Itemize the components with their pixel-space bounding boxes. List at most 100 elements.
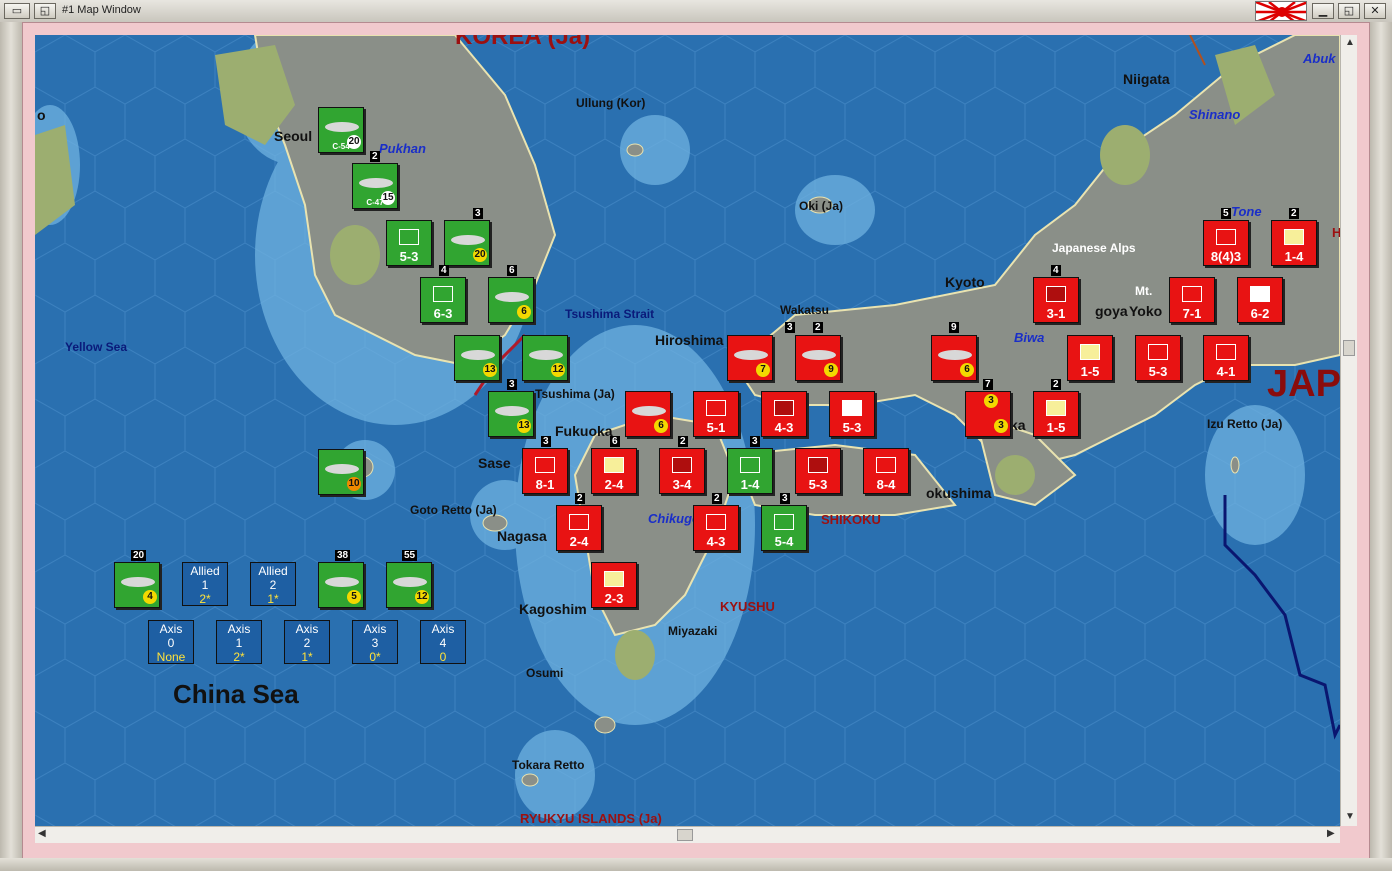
label-kyoto: Kyoto [945,274,985,290]
unit-axis-23[interactable]: 2-3 [591,562,637,608]
unit-p38l-a[interactable]: 13 [454,335,500,381]
unit-value: 5-3 [1148,364,1168,379]
unit-value: 5-3 [399,249,419,264]
stack-count: 9 [949,322,959,333]
unit-strength: 20 [473,248,487,262]
window-menu-icon[interactable]: ▭ [4,3,30,19]
unit-axis-24b[interactable]: 2-4 [556,505,602,551]
unit-axis-15b[interactable]: 1-5 [1067,335,1113,381]
unit-p61[interactable]: 20 [444,220,490,266]
stack-count: 2 [1289,208,1299,219]
unit-axis-41[interactable]: 4-1 [1203,335,1249,381]
stack-count: 2 [678,436,688,447]
close-icon[interactable]: ✕ [1364,3,1386,19]
horizontal-scroll-thumb[interactable] [677,829,693,841]
unit-value: 1-5 [1046,420,1066,435]
unit-p38l-b[interactable]: 13 [488,391,534,437]
unit-axis-53b[interactable]: 5-3 [795,448,841,494]
unit-p38f[interactable]: 12 [386,562,432,608]
label-fukuoka: Fukuoka [555,423,613,439]
label-kagoshima: Kagoshim [519,601,587,617]
stack-count: 6 [507,265,517,276]
turn-box-title: Axis [363,622,387,636]
unit-strength: 4 [143,590,157,604]
unit-axis-71[interactable]: 7-1 [1169,277,1215,323]
unit-value: 2-4 [604,477,624,492]
unit-axis-84[interactable]: 8-4 [863,448,909,494]
unit-corps-53[interactable]: 5-3 [386,220,432,266]
unit-axis-43b[interactable]: 4-3 [693,505,739,551]
unit-axis-53a[interactable]: 5-3 [829,391,875,437]
unit-axis-53c[interactable]: 5-3 [1135,335,1181,381]
unit-strength: 12 [415,590,429,604]
scroll-up-icon[interactable]: ▲ [1345,37,1355,48]
unit-value: 5-3 [808,477,828,492]
label-japanese-alps: Japanese Alps [1052,241,1136,255]
unit-axis-81[interactable]: 8-1 [522,448,568,494]
turn-box-number: 4 [439,636,447,650]
unit-strength: 12 [551,363,565,377]
stack-count: 20 [131,550,147,561]
stack-count: 2 [1051,379,1061,390]
stack-count: 6 [610,436,620,447]
label-tsushima-strait: Tsushima Strait [565,307,655,321]
unit-b24d[interactable]: 10 [318,449,364,495]
unit-ki100[interactable]: 9 [795,335,841,381]
restore-icon[interactable]: ◱ [34,3,56,19]
unit-ki44[interactable]: 7 [727,335,773,381]
minimize-icon[interactable]: ▁ [1312,3,1334,19]
turn-box-axis-4: Axis 4 0 [420,620,466,664]
unit-strength: 6 [654,419,668,433]
unit-p38j[interactable]: 12 [522,335,568,381]
label-mt: Mt. [1135,284,1153,298]
stack-count: 4 [439,265,449,276]
scroll-right-icon[interactable]: ▶ [1327,828,1335,839]
turn-box-value: 2* [233,650,245,664]
label-hiroshima: Hiroshima [655,332,724,348]
label-tsushima: Tsushima (Ja) [535,387,615,401]
vertical-scroll-thumb[interactable] [1343,340,1355,356]
turn-box-number: 2 [269,578,277,592]
scroll-left-icon[interactable]: ◀ [38,828,46,839]
unit-allied-14[interactable]: 1-4 [727,448,773,494]
turn-box-value: 0 [439,650,447,664]
unit-axis-31[interactable]: 3-1 [1033,277,1079,323]
scroll-down-icon[interactable]: ▼ [1345,811,1355,822]
unit-c47[interactable]: 15 C-47 [352,163,398,209]
unit-naval[interactable]: 33 [965,391,1011,437]
unit-value: 4-3 [706,534,726,549]
unit-strength: 7 [756,363,770,377]
unit-value: 8(4)3 [1210,249,1242,264]
unit-ki44-b[interactable]: 6 [625,391,671,437]
unit-axis-62[interactable]: 6-2 [1237,277,1283,323]
stack-count: 2 [813,322,823,333]
unit-axis-34[interactable]: 3-4 [659,448,705,494]
label-shinano: Shinano [1189,107,1241,122]
unit-axis-24a[interactable]: 2-4 [591,448,637,494]
turn-box-title: Axis [227,622,251,636]
stack-count: 3 [780,493,790,504]
turn-box-number: 2 [303,636,311,650]
unit-axis-15a[interactable]: 1-5 [1033,391,1079,437]
unit-axis-843[interactable]: 8(4)3 [1203,220,1249,266]
unit-axis-51[interactable]: 5-1 [693,391,739,437]
label-izu: Izu Retto (Ja) [1207,417,1283,431]
maximize-icon[interactable]: ◱ [1338,3,1360,19]
unit-b25g[interactable]: 6 [488,277,534,323]
unit-axis-14[interactable]: 1-4 [1271,220,1317,266]
right-frame [1370,22,1392,860]
unit-allied-54[interactable]: 5-4 [761,505,807,551]
game-map[interactable]: KOREA (Ja) JAP China Sea Yellow Sea Seou… [35,35,1340,826]
title-bar[interactable]: ▭ ◱ #1 Map Window ▁ ◱ ✕ [0,0,1392,23]
unit-d4y3[interactable]: 6 [931,335,977,381]
label-miyazaki: Miyazaki [668,624,718,638]
unit-axis-43a[interactable]: 4-3 [761,391,807,437]
label-pukhan: Pukhan [379,141,426,156]
unit-f4u[interactable]: 5 [318,562,364,608]
horizontal-scrollbar[interactable]: ◀ ▶ [35,826,1340,843]
vertical-scrollbar[interactable]: ▲ ▼ [1340,35,1357,826]
unit-tbd[interactable]: 4 [114,562,160,608]
unit-c54[interactable]: 20 C-54 [318,107,364,153]
stack-count: 2 [575,493,585,504]
unit-xviii-corps[interactable]: 6-3 [420,277,466,323]
